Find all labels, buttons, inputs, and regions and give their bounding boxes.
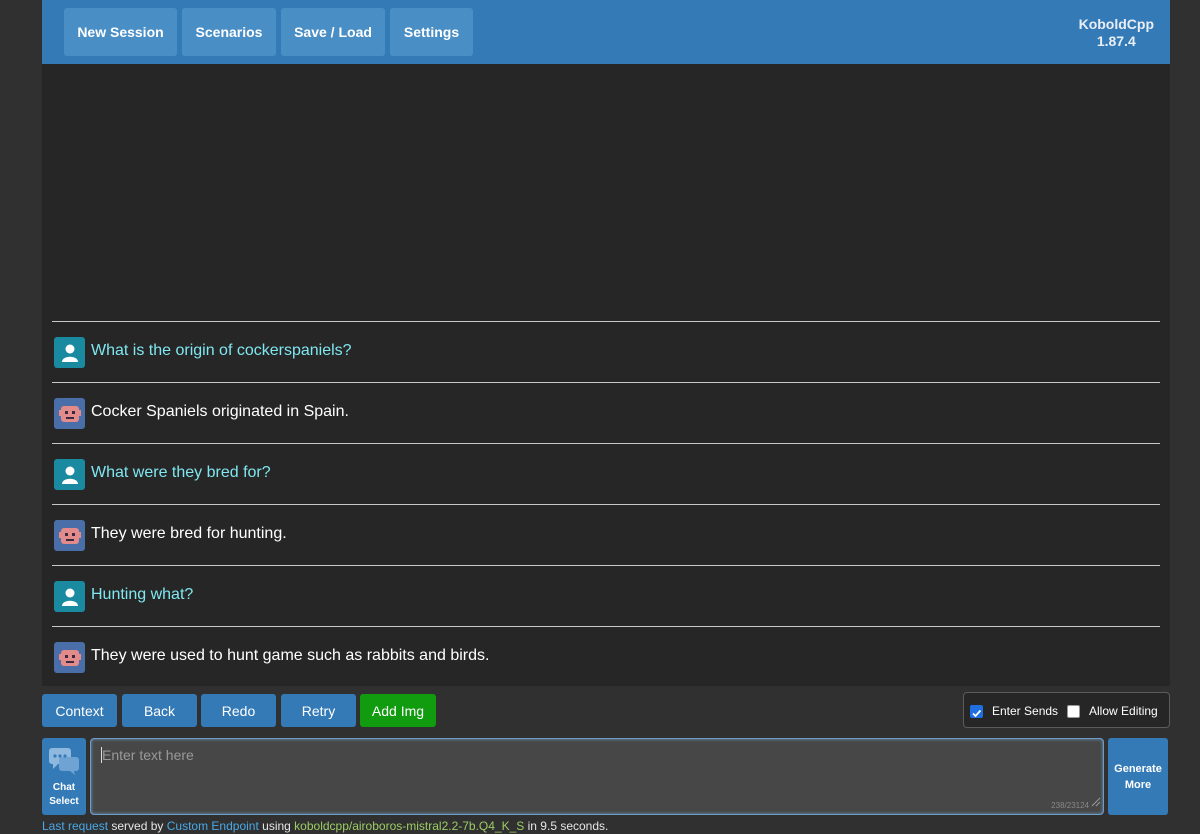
bot-avatar-icon	[54, 520, 85, 551]
back-button[interactable]: Back	[122, 694, 197, 727]
chat-turn: Hunting what?	[52, 565, 1160, 626]
retry-button[interactable]: Retry	[281, 694, 356, 727]
user-avatar-icon	[54, 337, 85, 368]
enter-sends-checkbox[interactable]	[970, 705, 983, 718]
status-duration: in 9.5 seconds.	[524, 819, 609, 833]
save-load-button[interactable]: Save / Load	[281, 8, 385, 56]
status-bar: Last request served by Custom Endpoint u…	[42, 819, 608, 833]
settings-button[interactable]: Settings	[390, 8, 473, 56]
app-name: KoboldCpp	[1078, 16, 1154, 32]
send-options: Enter Sends Allow Editing	[963, 692, 1170, 728]
bot-avatar-icon	[54, 398, 85, 429]
chat-select-line2: Select	[49, 796, 79, 807]
generate-line2: More	[1124, 778, 1152, 791]
user-avatar-icon	[54, 581, 85, 612]
chat-turn: They were bred for hunting.	[52, 504, 1160, 565]
custom-endpoint-link[interactable]: Custom Endpoint	[167, 819, 259, 833]
redo-button[interactable]: Redo	[201, 694, 276, 727]
prompt-input[interactable]: Enter text here 238/23124	[90, 738, 1104, 815]
chat-message: What is the origin of cockerspaniels?	[91, 342, 352, 359]
generate-more-button[interactable]: Generate More	[1108, 738, 1168, 815]
chat-turn: What is the origin of cockerspaniels?	[52, 321, 1160, 382]
app-brand: KoboldCpp 1.87.4	[1079, 16, 1154, 50]
context-button[interactable]: Context	[42, 694, 117, 727]
chat-message: They were bred for hunting.	[91, 525, 287, 542]
app-version: 1.87.4	[1096, 33, 1136, 49]
chat-message: They were used to hunt game such as rabb…	[91, 647, 490, 664]
user-avatar-icon	[54, 459, 85, 490]
add-img-button[interactable]: Add Img	[360, 694, 436, 727]
model-name: koboldcpp/airoboros-mistral2.2-7b.Q4_K_S	[294, 819, 525, 833]
bot-avatar-icon	[54, 642, 85, 673]
chat-turn: They were used to hunt game such as rabb…	[52, 626, 1160, 687]
last-request-link[interactable]: Last request	[42, 819, 108, 833]
enter-sends-label: Enter Sends	[992, 704, 1059, 718]
status-text: served by	[108, 819, 167, 833]
chat-select-button[interactable]: Chat Select	[42, 738, 86, 815]
allow-editing-label: Allow Editing	[1089, 704, 1158, 718]
resize-handle-icon[interactable]	[1091, 794, 1101, 812]
chat-message: Cocker Spaniels originated in Spain.	[91, 403, 349, 420]
generate-line1: Generate	[1114, 762, 1162, 775]
chat-turn: Cocker Spaniels originated in Spain.	[52, 382, 1160, 443]
token-counter: 238/23124	[1051, 801, 1089, 810]
scenarios-button[interactable]: Scenarios	[182, 8, 276, 56]
chat-bubbles-icon	[48, 746, 80, 779]
allow-editing-checkbox[interactable]	[1067, 705, 1080, 718]
chat-history: What is the origin of cockerspaniels? Co…	[42, 64, 1170, 686]
chat-turn: What were they bred for?	[52, 443, 1160, 504]
chat-message: What were they bred for?	[91, 464, 271, 481]
top-navbar: New Session Scenarios Save / Load Settin…	[42, 0, 1170, 64]
chat-select-line1: Chat	[52, 782, 76, 793]
chat-message: Hunting what?	[91, 586, 194, 603]
status-text: using	[258, 819, 295, 833]
new-session-button[interactable]: New Session	[64, 8, 177, 56]
prompt-placeholder: Enter text here	[102, 747, 194, 763]
